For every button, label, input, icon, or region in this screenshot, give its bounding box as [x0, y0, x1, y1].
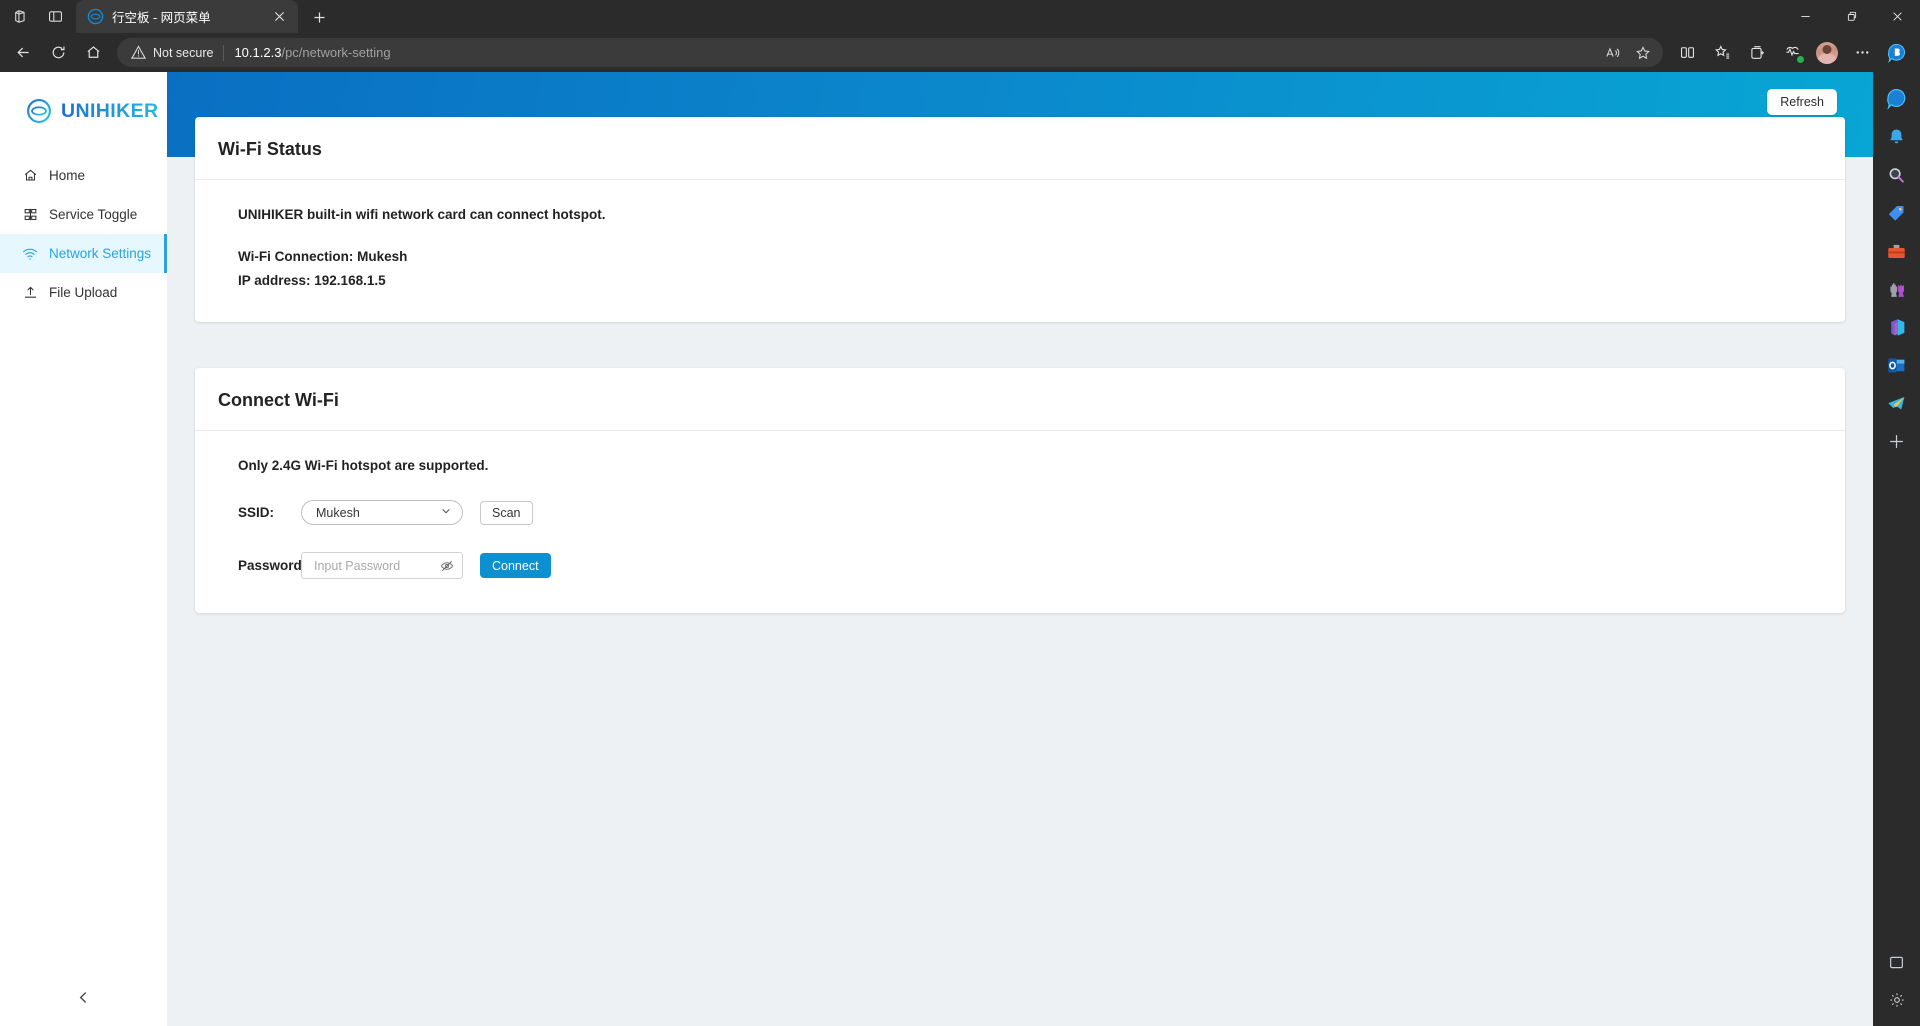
tools-toolbox-icon[interactable] [1879, 233, 1915, 269]
ssid-label: SSID: [238, 505, 275, 520]
connect-wifi-title: Connect Wi-Fi [195, 368, 1845, 431]
ssid-select[interactable]: Mukesh [301, 500, 463, 525]
browser-essentials-icon[interactable] [1775, 38, 1809, 68]
url-text: 10.1.2.3/pc/network-setting [234, 45, 390, 60]
workspaces-icon[interactable] [4, 3, 38, 31]
reload-icon[interactable] [41, 38, 75, 68]
home-icon[interactable] [76, 38, 110, 68]
browser-toolbar: Not secure 10.1.2.3/pc/network-setting [0, 33, 1920, 72]
wifi-status-card: Wi-Fi Status UNIHIKER built-in wifi netw… [195, 117, 1845, 322]
browser-window: 行空板 - 网页菜单 Not secure 10.1.2.3/pc/networ… [0, 0, 1920, 1026]
sidebar-item-home[interactable]: Home [0, 156, 167, 195]
outlook-icon[interactable] [1879, 347, 1915, 383]
cards-container: Wi-Fi Status UNIHIKER built-in wifi netw… [195, 117, 1845, 659]
tab-title: 行空板 - 网页菜单 [112, 11, 211, 25]
url-host: 10.1.2.3 [234, 45, 282, 60]
connect-wifi-card: Connect Wi-Fi Only 2.4G Wi-Fi hotspot ar… [195, 368, 1845, 613]
back-icon[interactable] [6, 38, 40, 68]
sidebar-item-label: Home [49, 168, 86, 183]
connect-wifi-note: Only 2.4G Wi-Fi hotspot are supported. [238, 458, 489, 473]
add-app-icon[interactable] [1879, 423, 1915, 459]
home-icon [22, 168, 38, 184]
search-icon[interactable] [1879, 157, 1915, 193]
tab-actions-icon[interactable] [38, 3, 72, 31]
favorite-star-icon[interactable] [1629, 40, 1657, 65]
wifi-connection-line: Wi-Fi Connection: Mukesh [238, 249, 408, 264]
wifi-status-description: UNIHIKER built-in wifi network card can … [238, 207, 606, 222]
notifications-bell-icon[interactable] [1879, 119, 1915, 155]
grid-icon [22, 207, 38, 223]
app-sidebar: UNIHIKER Home Service Toggle Network Set… [0, 72, 167, 1026]
favorites-icon[interactable] [1705, 38, 1739, 68]
avatar [1816, 41, 1838, 64]
not-secure-warning-icon [131, 45, 146, 60]
sidebar-item-file-upload[interactable]: File Upload [0, 273, 167, 312]
app-logo: UNIHIKER [0, 72, 167, 124]
page-viewport: UNIHIKER Home Service Toggle Network Set… [0, 72, 1873, 1026]
sidebar-item-label: Service Toggle [49, 207, 138, 222]
password-input[interactable]: Input Password [301, 552, 463, 579]
profile-avatar[interactable] [1810, 38, 1844, 68]
maximize-button[interactable] [1828, 0, 1874, 33]
read-aloud-icon[interactable] [1599, 40, 1627, 65]
window-controls [1782, 0, 1920, 33]
upload-icon [22, 285, 38, 301]
app-logo-text: UNIHIKER [61, 99, 159, 122]
wifi-status-title: Wi-Fi Status [195, 117, 1845, 180]
games-icon[interactable] [1879, 271, 1915, 307]
sidebar-item-network-settings[interactable]: Network Settings [0, 234, 167, 273]
omnibox-separator [223, 44, 225, 61]
password-label: Password: [238, 558, 307, 573]
unihiker-favicon [87, 8, 104, 25]
close-button[interactable] [1874, 0, 1920, 33]
split-screen-icon[interactable] [1670, 38, 1704, 68]
omnibox-actions [1599, 40, 1657, 65]
titlebar-left-controls [0, 0, 76, 33]
eye-slash-icon[interactable] [440, 559, 454, 573]
password-row: Password: Input Password Connect [238, 552, 1802, 579]
sidebar-item-label: Network Settings [49, 246, 152, 261]
scan-button[interactable]: Scan [480, 500, 533, 525]
screenshot-icon[interactable] [1879, 944, 1915, 980]
sidebar-collapse-button[interactable] [0, 968, 167, 1026]
tab-close-icon[interactable] [268, 6, 290, 28]
sidebar-item-service-toggle[interactable]: Service Toggle [0, 195, 167, 234]
browser-essentials-status-badge [1796, 54, 1805, 64]
address-bar[interactable]: Not secure 10.1.2.3/pc/network-setting [117, 38, 1663, 67]
chevron-down-icon [440, 505, 452, 520]
security-status-label: Not secure [153, 45, 214, 60]
browser-content-row: UNIHIKER Home Service Toggle Network Set… [0, 72, 1920, 1026]
browser-titlebar: 行空板 - 网页菜单 [0, 0, 1920, 33]
copilot-icon[interactable] [1880, 38, 1914, 68]
browser-tab[interactable]: 行空板 - 网页菜单 [76, 0, 298, 33]
wifi-status-body: UNIHIKER built-in wifi network card can … [195, 180, 1845, 322]
sidebar-item-label: File Upload [49, 285, 118, 300]
unihiker-logo-icon [27, 99, 51, 123]
telegram-icon[interactable] [1879, 385, 1915, 421]
shopping-tag-icon[interactable] [1879, 195, 1915, 231]
new-tab-button[interactable] [304, 3, 334, 31]
ssid-selected-value: Mukesh [316, 505, 360, 520]
minimize-button[interactable] [1782, 0, 1828, 33]
app-main: Refresh Wi-Fi Status UNIHIKER built-in w… [167, 72, 1873, 1026]
wifi-ip-line: IP address: 192.168.1.5 [238, 273, 386, 288]
url-path: /pc/network-setting [281, 45, 391, 60]
copilot-icon[interactable] [1879, 81, 1915, 117]
settings-gear-icon[interactable] [1879, 982, 1915, 1018]
microsoft-365-icon[interactable] [1879, 309, 1915, 345]
ssid-row: SSID: Mukesh Scan [238, 500, 1802, 525]
connect-button[interactable]: Connect [480, 553, 551, 578]
sidebar-nav: Home Service Toggle Network Settings Fil… [0, 156, 167, 312]
connect-wifi-body: Only 2.4G Wi-Fi hotspot are supported. S… [195, 431, 1845, 613]
password-placeholder: Input Password [314, 558, 401, 573]
edge-sidebar-rail [1873, 72, 1920, 1026]
refresh-button[interactable]: Refresh [1767, 89, 1837, 115]
unihiker-app: UNIHIKER Home Service Toggle Network Set… [0, 72, 1873, 1026]
settings-more-icon[interactable] [1845, 38, 1879, 68]
collections-icon[interactable] [1740, 38, 1774, 68]
wifi-icon [22, 246, 38, 262]
